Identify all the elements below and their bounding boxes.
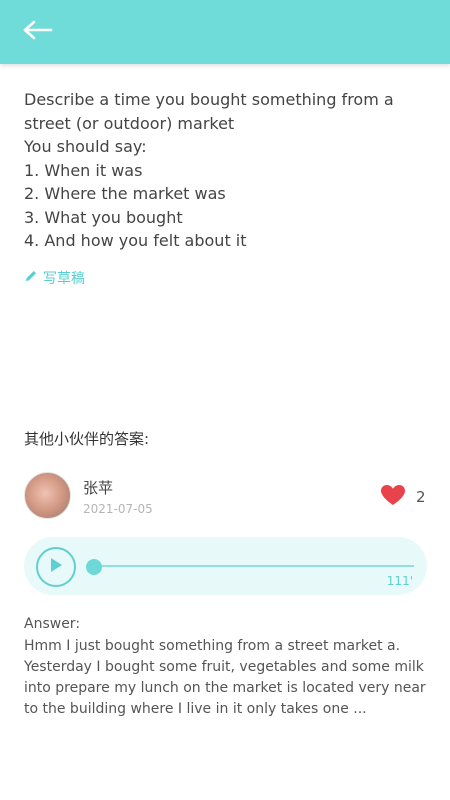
- answer-label: Answer:: [24, 616, 81, 632]
- like-count: 2: [416, 488, 426, 506]
- heart-icon: [380, 484, 406, 510]
- audio-progress-track[interactable]: [96, 565, 414, 567]
- answer-date: 2021-07-05: [83, 502, 153, 516]
- question-line: 2. Where the market was: [24, 184, 226, 203]
- write-draft-link[interactable]: 写草稿: [24, 268, 85, 288]
- other-answers-title: 其他小伙伴的答案:: [24, 430, 150, 448]
- audio-player: 111': [24, 537, 427, 595]
- back-button[interactable]: [18, 16, 58, 48]
- like-button[interactable]: 2: [380, 484, 426, 510]
- question-prompt: Describe a time you bought something fro…: [24, 88, 434, 253]
- play-button[interactable]: [36, 547, 76, 587]
- write-draft-label: 写草稿: [43, 271, 85, 287]
- arrow-left-icon: [23, 20, 53, 44]
- answer-text: Hmm I just bought something from a stree…: [24, 638, 426, 717]
- question-line: street (or outdoor) market: [24, 113, 235, 133]
- question-line: You should say:: [24, 137, 147, 156]
- audio-duration: 111': [386, 574, 413, 588]
- play-icon: [48, 556, 64, 578]
- avatar[interactable]: [24, 472, 71, 519]
- user-name: 张苹: [83, 479, 114, 497]
- question-line: 4. And how you felt about it: [24, 231, 247, 250]
- question-line: Describe a time you bought something fro…: [24, 90, 394, 109]
- audio-progress-handle[interactable]: [86, 559, 102, 575]
- question-line: 3. What you bought: [24, 207, 183, 227]
- pencil-icon: [24, 269, 43, 287]
- question-line: 1. When it was: [24, 160, 143, 180]
- top-bar: [0, 0, 450, 64]
